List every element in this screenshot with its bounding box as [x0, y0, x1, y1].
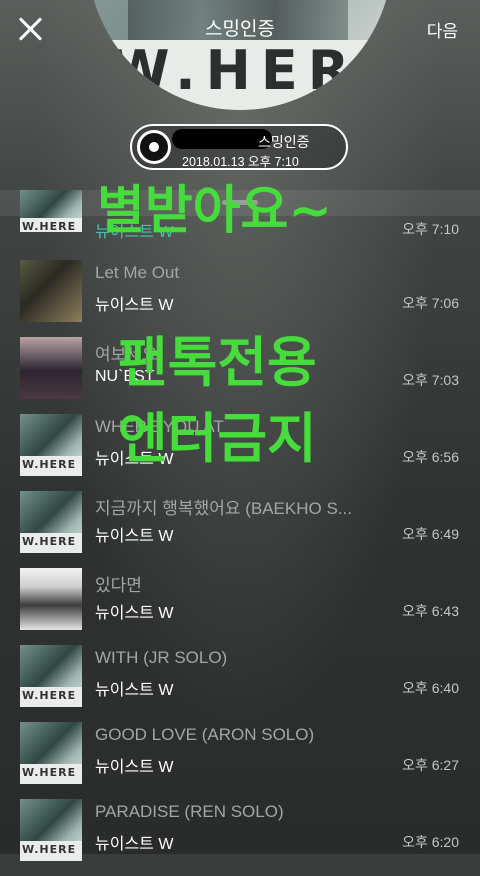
song-time: 오후 7:06 — [402, 295, 459, 311]
song-time: 오후 7:10 — [402, 221, 459, 237]
song-time: 오후 7:03 — [402, 372, 459, 388]
overlay-text-line1: 별받아요~ — [97, 181, 332, 241]
song-title: 지금까지 행복했어요 (BAEKHO S... — [95, 499, 352, 518]
list-item[interactable]: 지금까지 행복했어요 (BAEKHO S... 뉴이스트 W 오후 6:49 — [0, 491, 480, 568]
album-thumbnail — [20, 645, 82, 707]
song-time: 오후 6:49 — [402, 526, 459, 542]
song-artist: 뉴이스트 W — [95, 297, 174, 314]
song-time: 오후 6:56 — [402, 449, 459, 465]
list-item[interactable]: PARADISE (REN SOLO) 뉴이스트 W 오후 6:20 — [0, 799, 480, 876]
song-title: PARADISE (REN SOLO) — [95, 802, 284, 821]
song-artist: 뉴이스트 W — [95, 605, 174, 622]
song-time: 오후 6:20 — [402, 834, 459, 850]
list-item[interactable]: GOOD LOVE (ARON SOLO) 뉴이스트 W 오후 6:27 — [0, 722, 480, 799]
album-art-text: W.HER — [110, 39, 360, 102]
list-item[interactable]: 있다면 뉴이스트 W 오후 6:43 — [0, 568, 480, 645]
album-thumbnail — [20, 491, 82, 553]
song-title: Let Me Out — [95, 263, 180, 282]
song-title: WITH (JR SOLO) — [95, 648, 228, 667]
album-thumbnail — [20, 190, 82, 232]
certification-badge: 스밍인증 2018.01.13 오후 7:10 — [130, 124, 348, 170]
next-button[interactable]: 다음 — [427, 17, 458, 42]
album-thumbnail — [20, 568, 82, 630]
album-thumbnail — [20, 722, 82, 784]
song-artist: 뉴이스트 W — [95, 759, 174, 776]
disc-icon — [137, 130, 171, 164]
album-thumbnail — [20, 799, 82, 861]
song-title: 있다면 — [95, 576, 142, 595]
song-title: GOOD LOVE (ARON SOLO) — [95, 725, 315, 744]
certification-label: 스밍인증 — [258, 134, 310, 150]
song-artist: 뉴이스트 W — [95, 528, 174, 545]
album-thumbnail — [20, 260, 82, 322]
page-title: 스밍인증 — [205, 19, 275, 40]
song-time: 오후 6:43 — [402, 603, 459, 619]
song-time: 오후 6:27 — [402, 757, 459, 773]
list-item[interactable]: WITH (JR SOLO) 뉴이스트 W 오후 6:40 — [0, 645, 480, 722]
redacted-name — [172, 129, 272, 149]
song-artist: 뉴이스트 W — [95, 836, 174, 853]
overlay-text-line2: 팬톡전용 — [118, 331, 317, 394]
song-artist: 뉴이스트 W — [95, 682, 174, 699]
album-thumbnail — [20, 414, 82, 476]
overlay-text-line3: 엔터금지 — [118, 407, 317, 470]
song-time: 오후 6:40 — [402, 680, 459, 696]
album-thumbnail — [20, 337, 82, 399]
